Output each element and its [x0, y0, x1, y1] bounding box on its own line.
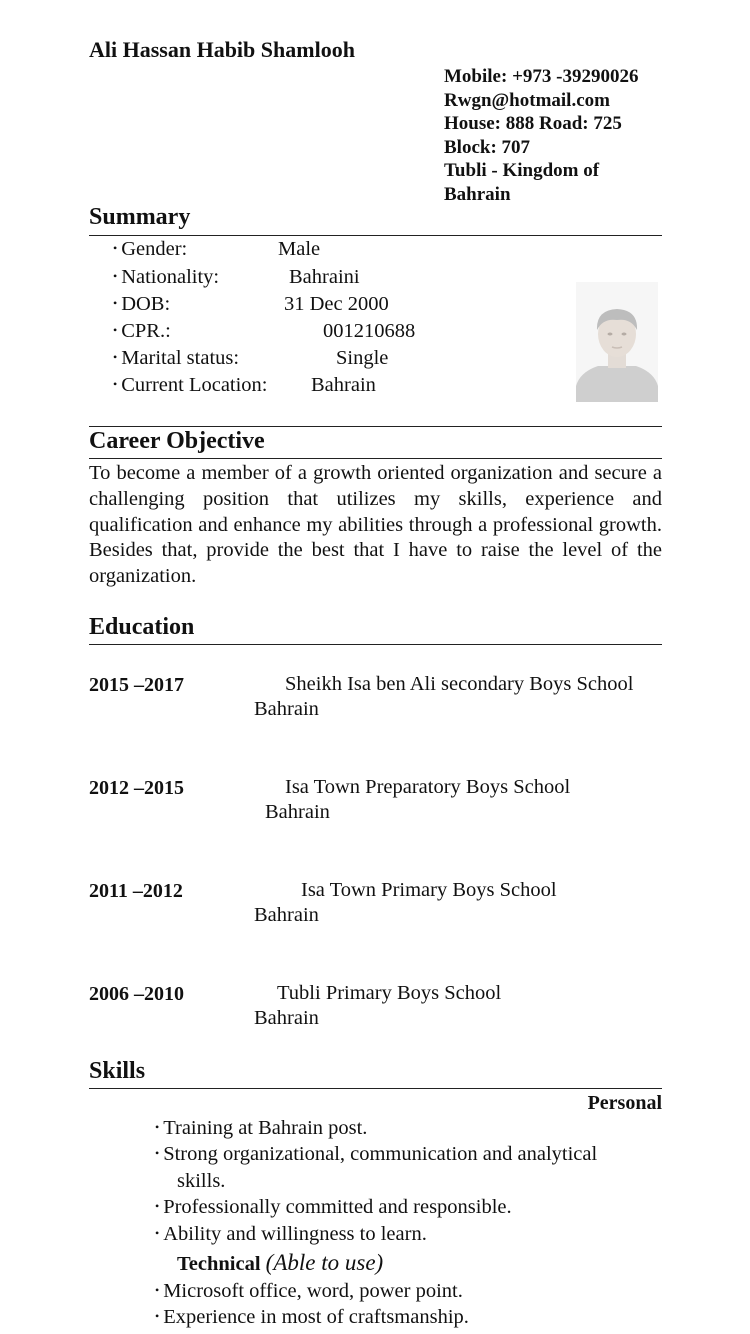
education-years: 2006 –2010	[89, 983, 184, 1005]
skill-item: • Ability and willingness to learn.	[155, 1223, 427, 1246]
summary-divider	[89, 235, 662, 236]
skill-text: Experience in most of craftsmanship.	[163, 1306, 469, 1328]
summary-value: Bahraini	[289, 266, 360, 288]
summary-row-nationality: • Nationality: Bahraini	[113, 266, 360, 293]
education-school: Tubli Primary Boys School	[277, 982, 502, 1004]
contact-block-number: Block: 707	[444, 136, 531, 158]
skill-item: • Strong organizational, communication an…	[155, 1143, 597, 1166]
contact-country: Bahrain	[444, 183, 511, 205]
summary-row-gender: • Gender: Male	[113, 238, 320, 265]
objective-heading: Career Objective	[89, 428, 265, 454]
bullet-icon: •	[155, 1283, 160, 1297]
summary-label: Gender:	[121, 238, 188, 260]
contact-block: Mobile: +973 -39290026 Rwgn@hotmail.com …	[444, 65, 638, 206]
profile-photo	[576, 282, 658, 402]
contact-house-road: House: 888 Road: 725	[444, 113, 622, 134]
skill-item-continuation: skills.	[177, 1170, 226, 1192]
technical-skills-label: Technical (Able to use)	[177, 1250, 383, 1276]
bullet-icon: •	[113, 350, 118, 364]
technical-note: (Able to use)	[265, 1250, 384, 1275]
summary-label: Current Location:	[121, 374, 268, 396]
personal-skills-label: Personal	[587, 1092, 662, 1114]
contact-city-country: Tubli - Kingdom of	[444, 160, 600, 181]
bullet-icon: •	[155, 1309, 160, 1323]
objective-divider	[89, 458, 662, 459]
education-years: 2011 –2012	[89, 880, 183, 902]
skills-heading: Skills	[89, 1058, 146, 1084]
education-school: Isa Town Preparatory Boys School	[285, 776, 571, 798]
skill-text: Professionally committed and responsible…	[163, 1196, 512, 1218]
bullet-icon: •	[113, 323, 118, 337]
contact-email: Rwgn@hotmail.com	[444, 89, 610, 111]
summary-value: Bahrain	[311, 374, 376, 396]
summary-label: CPR.:	[121, 320, 171, 342]
bullet-icon: •	[155, 1120, 160, 1134]
skill-item: • Microsoft office, word, power point.	[155, 1280, 463, 1303]
summary-row-dob: • DOB: 31 Dec 2000	[113, 293, 389, 320]
skill-text: Microsoft office, word, power point.	[163, 1280, 463, 1302]
bullet-icon: •	[155, 1146, 160, 1160]
skills-divider	[89, 1088, 662, 1089]
bullet-icon: •	[113, 241, 118, 255]
person-photo-icon	[576, 282, 658, 402]
summary-row-location: • Current Location: Bahrain	[113, 374, 376, 401]
education-heading: Education	[89, 614, 195, 640]
education-years: 2015 –2017	[89, 674, 184, 696]
summary-value: Male	[278, 238, 321, 260]
summary-label: DOB:	[121, 293, 171, 315]
skill-text: Ability and willingness to learn.	[163, 1223, 427, 1245]
bullet-icon: •	[113, 377, 118, 391]
education-location: Bahrain	[265, 801, 330, 823]
education-divider	[89, 644, 662, 645]
contact-mobile: Mobile: +973 -39290026	[444, 66, 639, 87]
summary-value: 31 Dec 2000	[284, 293, 389, 315]
summary-row-marital-status: • Marital status: Single	[113, 347, 388, 374]
skill-item: • Experience in most of craftsmanship.	[155, 1306, 469, 1329]
candidate-name: Ali Hassan Habib Shamlooh	[89, 37, 355, 62]
bullet-icon: •	[155, 1226, 160, 1240]
bullet-icon: •	[155, 1199, 160, 1213]
summary-label: Nationality:	[121, 266, 220, 288]
summary-row-cpr: • CPR.: 001210688	[113, 320, 415, 347]
summary-bottom-divider	[89, 426, 662, 427]
education-location: Bahrain	[254, 904, 319, 926]
education-location: Bahrain	[254, 1007, 319, 1029]
objective-text: To become a member of a growth oriented …	[89, 462, 662, 588]
summary-value: 001210688	[323, 320, 416, 342]
summary-label: Marital status:	[121, 347, 240, 369]
skill-text: Training at Bahrain post.	[163, 1117, 368, 1139]
education-school: Isa Town Primary Boys School	[301, 879, 557, 901]
summary-value: Single	[336, 347, 389, 369]
education-school: Sheikh Isa ben Ali secondary Boys School	[285, 673, 634, 695]
skill-item: • Training at Bahrain post.	[155, 1117, 367, 1140]
education-location: Bahrain	[254, 698, 319, 720]
technical-label: Technical	[177, 1253, 261, 1275]
bullet-icon: •	[113, 269, 118, 283]
skill-item: • Professionally committed and responsibl…	[155, 1196, 512, 1219]
education-years: 2012 –2015	[89, 777, 184, 799]
bullet-icon: •	[113, 296, 118, 310]
skill-text: Strong organizational, communication and…	[163, 1143, 598, 1165]
summary-heading: Summary	[89, 204, 191, 230]
